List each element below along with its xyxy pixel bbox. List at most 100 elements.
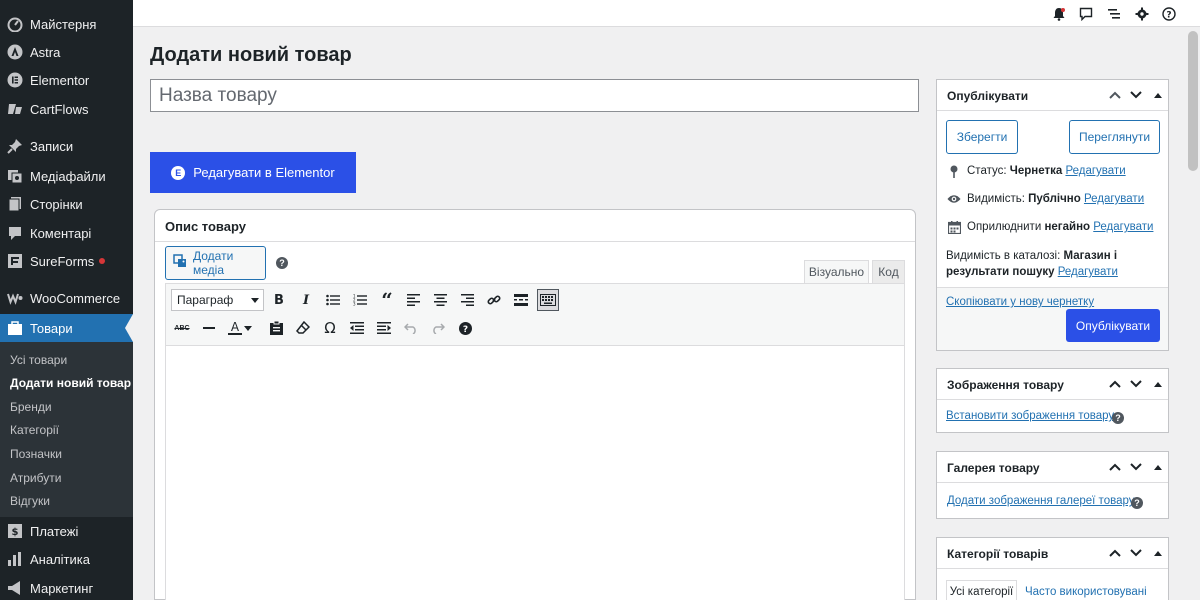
pin-icon bbox=[6, 137, 24, 155]
collapse-toggle-icon[interactable] bbox=[1150, 87, 1166, 103]
chevron-down-icon[interactable] bbox=[1128, 459, 1144, 475]
tab-code[interactable]: Код bbox=[872, 260, 905, 284]
italic-icon[interactable]: I bbox=[295, 289, 317, 311]
comment-icon[interactable] bbox=[1078, 6, 1094, 22]
sidebar-item-analytics[interactable]: Аналітика bbox=[0, 545, 133, 573]
save-draft-button[interactable]: Зберегти bbox=[946, 120, 1018, 154]
elementor-icon bbox=[6, 71, 24, 89]
publish-time-line: Оприлюднити негайно Редагувати bbox=[947, 220, 1153, 234]
special-character-icon[interactable]: Ω bbox=[319, 317, 341, 339]
toolbar-toggle-icon[interactable] bbox=[537, 289, 559, 311]
align-right-icon[interactable] bbox=[456, 289, 478, 311]
notification-bell-icon[interactable] bbox=[1051, 6, 1067, 22]
outdent-icon[interactable] bbox=[346, 317, 368, 339]
chevron-down-icon[interactable] bbox=[243, 317, 253, 339]
calendar-icon bbox=[947, 220, 961, 234]
add-gallery-images-link[interactable]: Додати зображення галереї товару bbox=[947, 495, 1134, 507]
scrollbar-thumb[interactable] bbox=[1188, 31, 1198, 171]
sidebar-item-cartflows[interactable]: CartFlows bbox=[0, 95, 133, 123]
submenu-categories[interactable]: Категорії bbox=[10, 423, 59, 437]
tab-all-categories[interactable]: Усі категорії bbox=[946, 580, 1017, 600]
align-left-icon[interactable] bbox=[402, 289, 424, 311]
chevron-up-icon[interactable] bbox=[1107, 87, 1123, 103]
edit-visibility-link[interactable]: Редагувати bbox=[1084, 193, 1144, 205]
edit-status-link[interactable]: Редагувати bbox=[1065, 165, 1125, 177]
panel-header: Галерея товару bbox=[937, 452, 1168, 483]
numbered-list-icon[interactable]: 123 bbox=[349, 289, 371, 311]
submenu-tags[interactable]: Позначки bbox=[10, 447, 62, 461]
submenu-add-new-product[interactable]: Додати новий товар bbox=[10, 376, 131, 390]
collapse-toggle-icon[interactable] bbox=[1150, 459, 1166, 475]
sidebar-item-astra[interactable]: Astra bbox=[0, 38, 133, 66]
publish-button[interactable]: Опублікувати bbox=[1066, 309, 1160, 342]
align-center-icon[interactable] bbox=[429, 289, 451, 311]
sidebar-item-comments[interactable]: Коментарі bbox=[0, 219, 133, 247]
submenu-all-products[interactable]: Усі товари bbox=[10, 353, 67, 367]
submenu-brands[interactable]: Бренди bbox=[10, 400, 52, 414]
indent-icon[interactable] bbox=[373, 317, 395, 339]
format-select[interactable]: Параграф bbox=[171, 289, 264, 311]
settings-gear-icon[interactable] bbox=[1134, 6, 1150, 22]
copy-to-draft-link[interactable]: Скопіювати у нову чернетку bbox=[946, 296, 1094, 308]
edit-publish-time-link[interactable]: Редагувати bbox=[1093, 221, 1153, 233]
dashboard-icon bbox=[6, 15, 24, 33]
svg-text:$: $ bbox=[12, 527, 19, 538]
tab-visual[interactable]: Візуально bbox=[804, 260, 869, 284]
redo-icon[interactable] bbox=[427, 317, 449, 339]
help-icon[interactable]: ? bbox=[276, 257, 288, 269]
chevron-up-icon[interactable] bbox=[1107, 376, 1123, 392]
chevron-down-icon[interactable] bbox=[1128, 87, 1144, 103]
sidebar-item-dashboard[interactable]: Майстерня bbox=[0, 10, 133, 38]
sidebar-item-sureforms[interactable]: SureForms bbox=[0, 247, 133, 275]
blockquote-icon[interactable]: “ bbox=[376, 288, 398, 312]
chevron-down-icon[interactable] bbox=[1128, 376, 1144, 392]
panel-header: Категорії товарів bbox=[937, 538, 1168, 569]
chevron-down-icon[interactable] bbox=[1128, 545, 1144, 561]
set-product-image-link[interactable]: Встановити зображення товару bbox=[946, 410, 1114, 422]
list-view-icon[interactable] bbox=[1106, 6, 1122, 22]
page-scrollbar[interactable] bbox=[1184, 27, 1200, 600]
chevron-up-icon[interactable] bbox=[1107, 459, 1123, 475]
bold-icon[interactable]: B bbox=[268, 289, 290, 311]
sidebar-item-payments[interactable]: $ Платежі bbox=[0, 517, 133, 545]
products-icon bbox=[6, 319, 24, 337]
collapse-toggle-icon[interactable] bbox=[1150, 545, 1166, 561]
edit-with-elementor-button[interactable]: E Редагувати в Elementor bbox=[150, 152, 356, 193]
add-media-button[interactable]: Додати медіа bbox=[165, 246, 266, 280]
submenu-attributes[interactable]: Атрибути bbox=[10, 471, 61, 485]
sidebar-item-label: Аналітика bbox=[30, 551, 90, 567]
help-icon[interactable]: ? bbox=[1112, 412, 1124, 424]
undo-icon[interactable] bbox=[400, 317, 422, 339]
chevron-up-icon[interactable] bbox=[1107, 545, 1123, 561]
keyboard-shortcuts-help-icon[interactable]: ? bbox=[454, 317, 476, 339]
sidebar-item-marketing[interactable]: Маркетинг bbox=[0, 574, 133, 600]
preview-button[interactable]: Переглянути bbox=[1069, 120, 1160, 154]
editor-content-area[interactable] bbox=[165, 346, 905, 600]
horizontal-line-icon[interactable] bbox=[198, 317, 220, 339]
eye-icon bbox=[947, 192, 961, 206]
help-icon[interactable]: ? bbox=[1161, 6, 1177, 22]
sidebar-item-posts[interactable]: Записи bbox=[0, 132, 133, 160]
paste-text-icon[interactable] bbox=[265, 317, 287, 339]
product-title-input[interactable] bbox=[150, 79, 919, 112]
product-categories-panel: Категорії товарів Усі категорії Часто ви… bbox=[936, 537, 1169, 600]
sidebar-item-products[interactable]: Товари bbox=[0, 314, 133, 342]
tab-frequently-used[interactable]: Часто використовувані bbox=[1025, 580, 1147, 600]
sidebar-item-woocommerce[interactable]: WooCommerce bbox=[0, 284, 133, 312]
clear-formatting-icon[interactable] bbox=[292, 317, 314, 339]
edit-catalog-visibility-link[interactable]: Редагувати bbox=[1058, 266, 1118, 278]
sidebar-item-elementor[interactable]: Elementor bbox=[0, 66, 133, 94]
product-image-panel: Зображення товару Встановити зображення … bbox=[936, 368, 1169, 433]
strikethrough-icon[interactable]: ABC bbox=[171, 317, 193, 339]
panel-header: Зображення товару bbox=[937, 369, 1168, 400]
sidebar-item-label: Маркетинг bbox=[30, 580, 94, 596]
link-icon[interactable] bbox=[483, 289, 505, 311]
sidebar-item-pages[interactable]: Сторінки bbox=[0, 190, 133, 218]
sidebar-item-media[interactable]: Медіафайли bbox=[0, 162, 133, 190]
bullet-list-icon[interactable] bbox=[322, 289, 344, 311]
collapse-toggle-icon[interactable] bbox=[1150, 376, 1166, 392]
publish-actions: Скопіювати у нову чернетку Опублікувати bbox=[937, 287, 1168, 350]
submenu-reviews[interactable]: Відгуки bbox=[10, 494, 50, 508]
read-more-icon[interactable] bbox=[510, 289, 532, 311]
help-icon[interactable]: ? bbox=[1131, 497, 1143, 509]
